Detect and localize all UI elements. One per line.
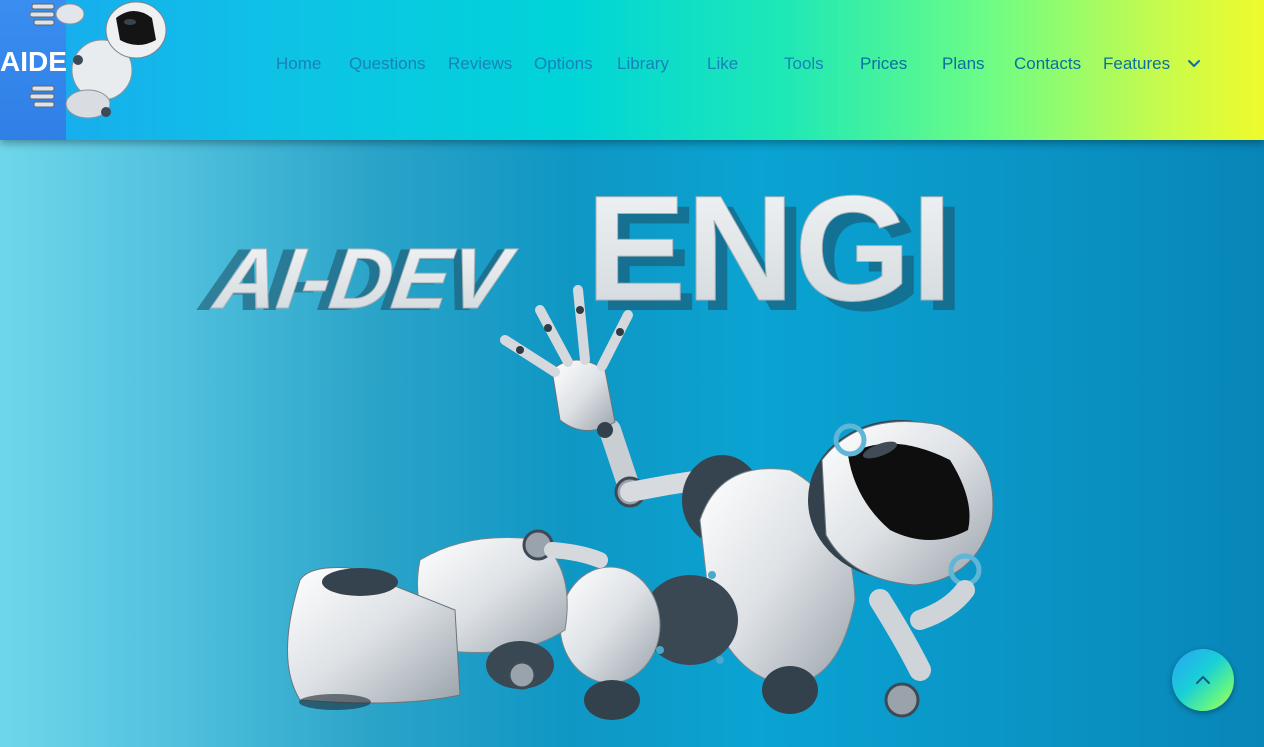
headline-word-1: AI-DEV [208,231,521,327]
top-navigation-bar: AIDE Home Questions Reviews Options Libr… [0,0,1264,140]
chevron-down-icon[interactable] [1186,56,1202,72]
nav-features[interactable]: Features [1103,54,1170,74]
nav-reviews[interactable]: Reviews [448,54,512,74]
nav-options[interactable]: Options [534,54,593,74]
reclining-robot-illustration [287,285,994,720]
nav-questions[interactable]: Questions [349,54,426,74]
nav-library[interactable]: Library [617,54,669,74]
headline-word-2: ENGI [586,164,953,332]
scroll-to-top-button[interactable] [1172,649,1234,711]
nav-plans[interactable]: Plans [942,54,985,74]
main-nav: Home Questions Reviews Options Library L… [0,0,1264,130]
nav-like[interactable]: Like [707,54,738,74]
hero-artwork: AI-DEV AI-DEV ENGI ENGI [193,164,994,720]
hero-banner: AI-DEV AI-DEV ENGI ENGI [0,140,1264,747]
nav-home[interactable]: Home [276,54,321,74]
nav-contacts[interactable]: Contacts [1014,54,1081,74]
nav-tools[interactable]: Tools [784,54,824,74]
chevron-up-icon [1196,676,1210,684]
nav-prices[interactable]: Prices [860,54,907,74]
